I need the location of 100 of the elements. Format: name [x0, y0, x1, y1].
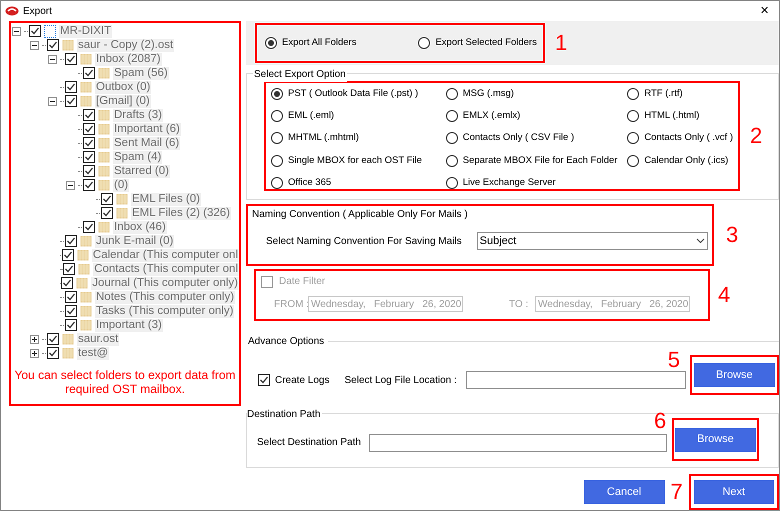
folder-icon: [98, 165, 110, 177]
step-number: 6: [654, 410, 666, 432]
radio-button[interactable]: [271, 110, 283, 122]
radio-button[interactable]: [627, 132, 640, 144]
folder-icon: [98, 123, 110, 135]
tree-item[interactable]: Notes (This computer only): [95, 290, 236, 304]
tree-item[interactable]: Starred (0): [113, 164, 170, 178]
cancel-button[interactable]: Cancel: [584, 480, 665, 504]
naming-dropdown[interactable]: Subject: [476, 232, 708, 250]
radio-button[interactable]: [627, 110, 640, 122]
checkbox[interactable]: [65, 235, 77, 247]
date-picker[interactable]: Wednesday, February 26, 2020: [535, 296, 690, 312]
radio-button[interactable]: [446, 154, 458, 167]
checkbox[interactable]: [47, 39, 59, 51]
checkbox[interactable]: [65, 291, 77, 303]
close-button[interactable]: ✕: [754, 2, 775, 20]
tree-item[interactable]: Inbox (2087): [95, 52, 162, 66]
checkbox[interactable]: [61, 277, 74, 289]
log-location-field[interactable]: [466, 371, 686, 390]
tree-item[interactable]: saur.ost: [77, 332, 120, 346]
tree-item[interactable]: Important (3): [95, 318, 163, 332]
radio-button[interactable]: [271, 176, 283, 189]
tree-item[interactable]: Outbox (0): [95, 80, 152, 94]
checkbox[interactable]: [47, 333, 59, 345]
radio-button[interactable]: [265, 36, 277, 49]
checkbox[interactable]: [65, 319, 77, 331]
date-picker[interactable]: Wednesday, February 26, 2020: [308, 296, 463, 312]
checkbox[interactable]: [65, 305, 77, 317]
tree-item[interactable]: (0): [113, 178, 130, 192]
tree-item[interactable]: Journal (This computer only): [91, 276, 239, 290]
checkbox[interactable]: [65, 95, 77, 107]
collapse-icon[interactable]: [12, 26, 21, 36]
tree-item[interactable]: EML Files (0): [131, 192, 201, 206]
radio-label: Single MBOX for each OST File: [288, 154, 422, 168]
tree-item[interactable]: Spam (4): [113, 150, 162, 164]
tree-item[interactable]: Inbox (46): [113, 220, 167, 234]
collapse-icon[interactable]: [66, 180, 75, 190]
checkbox[interactable]: [258, 374, 270, 386]
checkbox-label: Create Logs: [275, 374, 330, 388]
tree-item[interactable]: Sent Mail (6): [113, 136, 180, 150]
browse-button[interactable]: Browse: [674, 428, 756, 452]
checkbox[interactable]: [83, 109, 95, 121]
radio-label: Calendar Only (.ics): [644, 154, 728, 168]
radio-label: Contacts Only ( CSV File ): [462, 131, 574, 146]
browse-button[interactable]: Browse: [694, 363, 775, 388]
checkbox[interactable]: [83, 123, 95, 135]
checkbox[interactable]: [83, 151, 95, 163]
checkbox[interactable]: [101, 193, 113, 205]
tree-item[interactable]: MR-DIXIT: [59, 24, 112, 38]
checkbox[interactable]: [47, 347, 59, 359]
radio-button[interactable]: [446, 176, 458, 189]
tree-item[interactable]: saur - Copy (2).ost: [77, 38, 174, 52]
folder-icon: [80, 81, 92, 93]
tree-item[interactable]: Important (6): [113, 122, 181, 136]
next-button[interactable]: Next: [694, 480, 774, 504]
tree-item[interactable]: Contacts (This computer onl: [93, 262, 239, 276]
radio-button[interactable]: [446, 88, 458, 100]
collapse-icon[interactable]: [30, 40, 39, 50]
checkbox[interactable]: [62, 249, 74, 261]
checkbox-label: Date Filter: [279, 275, 326, 290]
checkbox[interactable]: [63, 263, 76, 275]
checkbox[interactable]: [83, 221, 95, 233]
radio-label: RTF (.rtf): [644, 86, 683, 101]
collapse-icon[interactable]: [48, 54, 57, 64]
checkbox[interactable]: [101, 207, 113, 219]
checkbox[interactable]: [83, 179, 95, 191]
radio-button[interactable]: [271, 154, 283, 167]
radio-button[interactable]: [627, 88, 640, 100]
radio-button[interactable]: [418, 36, 430, 49]
radio-label: Export Selected Folders: [435, 36, 537, 50]
radio-button[interactable]: [446, 132, 458, 144]
checkbox[interactable]: [65, 81, 77, 93]
folder-icon: [76, 277, 88, 289]
tree-item[interactable]: Tasks (This computer only): [95, 304, 234, 318]
tree-item[interactable]: test@: [77, 346, 110, 360]
step-number: 2: [750, 124, 762, 147]
checkbox[interactable]: [29, 25, 41, 37]
checkbox[interactable]: [261, 276, 273, 288]
window-title: Export: [23, 4, 52, 18]
checkbox[interactable]: [65, 53, 77, 65]
folder-icon: [98, 109, 110, 121]
tree-item[interactable]: EML Files (2) (326): [131, 206, 231, 220]
checkbox[interactable]: [83, 67, 95, 79]
expand-icon[interactable]: [30, 348, 39, 358]
tree-item[interactable]: Drafts (3): [113, 108, 163, 122]
radio-label: Separate MBOX File for Each Folder: [462, 154, 618, 168]
field-label: FROM :: [274, 298, 308, 312]
tree-item[interactable]: Junk E-mail (0): [95, 234, 174, 248]
checkbox[interactable]: [83, 137, 95, 149]
collapse-icon[interactable]: [48, 96, 57, 106]
radio-button[interactable]: [271, 88, 283, 100]
radio-button[interactable]: [271, 132, 283, 144]
checkbox[interactable]: [83, 165, 95, 177]
destination-path-field[interactable]: [368, 434, 667, 452]
tree-item[interactable]: Calendar (This computer onl: [92, 248, 239, 262]
radio-button[interactable]: [627, 154, 640, 167]
radio-button[interactable]: [446, 110, 458, 122]
expand-icon[interactable]: [30, 334, 39, 344]
tree-item[interactable]: Spam (56): [113, 66, 169, 80]
tree-item[interactable]: [Gmail] (0): [95, 94, 151, 108]
